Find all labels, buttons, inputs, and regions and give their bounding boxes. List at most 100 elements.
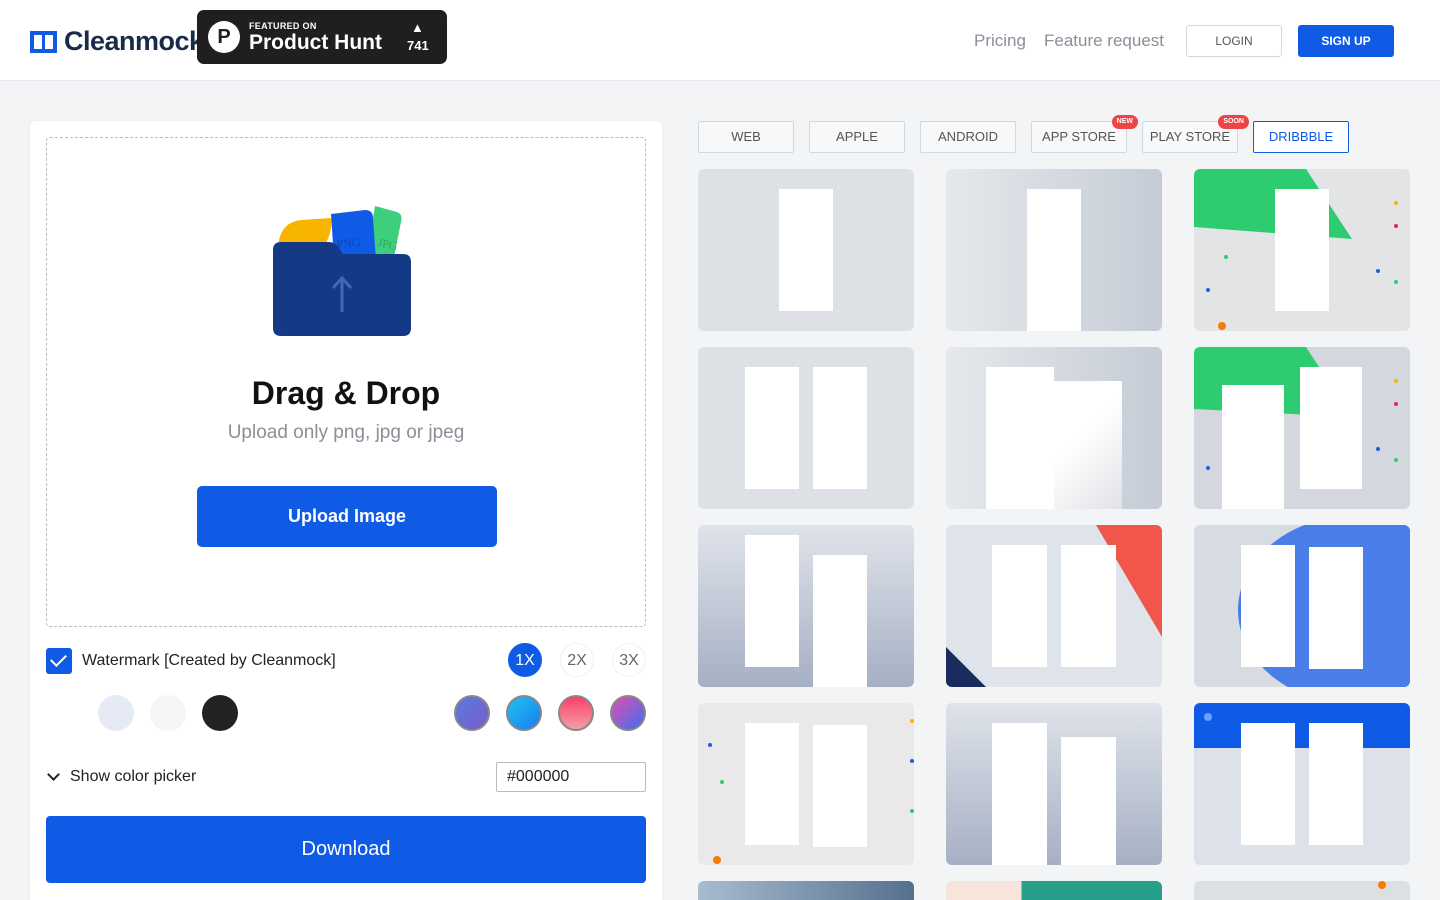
confetti-dot: [1224, 255, 1228, 259]
mockup-template-card[interactable]: [946, 525, 1162, 687]
screen-placeholder: [745, 723, 799, 845]
signup-button[interactable]: SIGN UP: [1298, 25, 1394, 57]
editor-panel: JPG PNG Drag & Drop Upload only png, jpg…: [30, 121, 662, 900]
confetti-dot: [1394, 458, 1398, 462]
confetti-dot: [1376, 269, 1380, 273]
confetti-dot: [1394, 201, 1398, 205]
scale-1x-button[interactable]: 1X: [508, 643, 542, 677]
mockup-template-card[interactable]: [698, 525, 914, 687]
watermark-label: Watermark [Created by Cleanmock]: [82, 652, 336, 669]
download-button[interactable]: Download: [46, 816, 646, 883]
screen-placeholder: [986, 367, 1054, 509]
product-hunt-badge[interactable]: P FEATURED ON Product Hunt ▲ 741: [197, 10, 447, 64]
top-header: Cleanmock P FEATURED ON Product Hunt ▲ 7…: [0, 0, 1440, 81]
upload-image-button[interactable]: Upload Image: [197, 486, 497, 547]
tab-android[interactable]: ANDROID: [920, 121, 1016, 153]
screen-placeholder: [1309, 723, 1363, 845]
screen-placeholder: [1300, 367, 1362, 489]
drop-title: Drag & Drop: [251, 375, 441, 411]
drop-subtitle: Upload only png, jpg or jpeg: [227, 422, 465, 443]
confetti-dot: [1376, 447, 1380, 451]
tab-app-store[interactable]: APP STORE NEW: [1031, 115, 1138, 153]
screen-placeholder: [1061, 737, 1116, 865]
logo[interactable]: Cleanmock: [30, 26, 204, 57]
scale-3x-button[interactable]: 3X: [612, 643, 646, 677]
drop-zone[interactable]: JPG PNG Drag & Drop Upload only png, jpg…: [46, 137, 646, 627]
tab-label: APPLE: [836, 129, 878, 144]
ph-featured-label: FEATURED ON: [249, 21, 317, 31]
confetti-dot: [1394, 402, 1398, 406]
tab-dribbble[interactable]: DRIBBBLE: [1253, 121, 1349, 153]
screen-placeholder: [992, 723, 1047, 865]
mockup-template-card[interactable]: [1194, 525, 1410, 687]
mockup-template-card[interactable]: [946, 881, 1162, 900]
mockup-template-card[interactable]: [946, 347, 1162, 509]
logo-icon: [30, 30, 57, 53]
tab-web[interactable]: WEB: [698, 121, 794, 153]
mockup-template-card[interactable]: [1194, 881, 1410, 900]
screen-placeholder: [1241, 723, 1295, 845]
tab-label: PLAY STORE: [1149, 129, 1231, 144]
svg-text:PNG: PNG: [336, 235, 361, 251]
confetti-dot: [1206, 466, 1210, 470]
nav-pricing[interactable]: Pricing: [974, 31, 1026, 51]
mockup-template-card[interactable]: [698, 347, 914, 509]
tab-label: DRIBBBLE: [1268, 129, 1334, 144]
tab-apple[interactable]: APPLE: [809, 121, 905, 153]
blue-band-shape: [1194, 703, 1410, 748]
confetti-dot: [713, 856, 721, 864]
swatch-blue-gradient[interactable]: [506, 695, 542, 731]
ph-name: Product Hunt: [249, 31, 382, 54]
swatch-black[interactable]: [202, 695, 238, 731]
swatch-magenta-gradient[interactable]: [610, 695, 646, 731]
soon-badge: SOON: [1218, 115, 1249, 129]
tab-label: ANDROID: [938, 129, 998, 144]
mockup-template-card[interactable]: [698, 881, 914, 900]
screen-placeholder: [1222, 385, 1284, 509]
show-color-picker-toggle[interactable]: Show color picker: [70, 768, 196, 786]
tab-label: APP STORE: [1042, 129, 1116, 144]
screen-placeholder: [813, 725, 867, 847]
mockup-template-card[interactable]: [946, 703, 1162, 865]
decor-dot: [1204, 713, 1212, 721]
ph-vote-count: 741: [407, 38, 429, 53]
scale-2x-button[interactable]: 2X: [560, 643, 594, 677]
upvote-arrow-icon: ▲: [411, 20, 424, 35]
confetti-dot: [708, 743, 712, 747]
confetti-dot: [1218, 322, 1226, 330]
mockup-template-card[interactable]: [1194, 169, 1410, 331]
chevron-down-icon[interactable]: [46, 769, 60, 783]
confetti-dot: [910, 809, 914, 813]
tab-play-store[interactable]: PLAY STORE SOON: [1142, 115, 1249, 153]
swatch-light-blue[interactable]: [98, 695, 134, 731]
mockup-template-card[interactable]: [698, 169, 914, 331]
swatch-purple-gradient[interactable]: [454, 695, 490, 731]
watermark-checkbox[interactable]: [46, 648, 72, 674]
screen-placeholder: [1054, 381, 1122, 509]
mockup-template-card[interactable]: [946, 169, 1162, 331]
screen-placeholder: [992, 545, 1047, 667]
nav-feature-request[interactable]: Feature request: [1044, 31, 1164, 51]
mockup-template-card[interactable]: [698, 703, 914, 865]
confetti-dot: [910, 759, 914, 763]
screen-placeholder: [1027, 189, 1081, 331]
screen-placeholder: [1309, 547, 1363, 669]
hex-color-input[interactable]: #000000: [496, 762, 646, 792]
red-shape: [1096, 525, 1162, 637]
screen-placeholder: [813, 367, 867, 489]
mockup-template-card[interactable]: [1194, 703, 1410, 865]
screen-placeholder: [745, 535, 799, 667]
folder-upload-icon: JPG PNG: [273, 206, 411, 336]
screen-placeholder: [779, 189, 833, 311]
screen-placeholder: [813, 555, 867, 687]
confetti-dot: [910, 719, 914, 723]
product-hunt-icon: P: [208, 21, 240, 53]
login-button[interactable]: LOGIN: [1186, 25, 1282, 57]
swatch-pink-gradient[interactable]: [558, 695, 594, 731]
swatch-light-gray[interactable]: [150, 695, 186, 731]
confetti-dot: [1394, 379, 1398, 383]
logo-text: Cleanmock: [64, 26, 204, 56]
screen-placeholder: [1061, 545, 1116, 667]
tab-label: WEB: [731, 129, 761, 144]
mockup-template-card[interactable]: [1194, 347, 1410, 509]
